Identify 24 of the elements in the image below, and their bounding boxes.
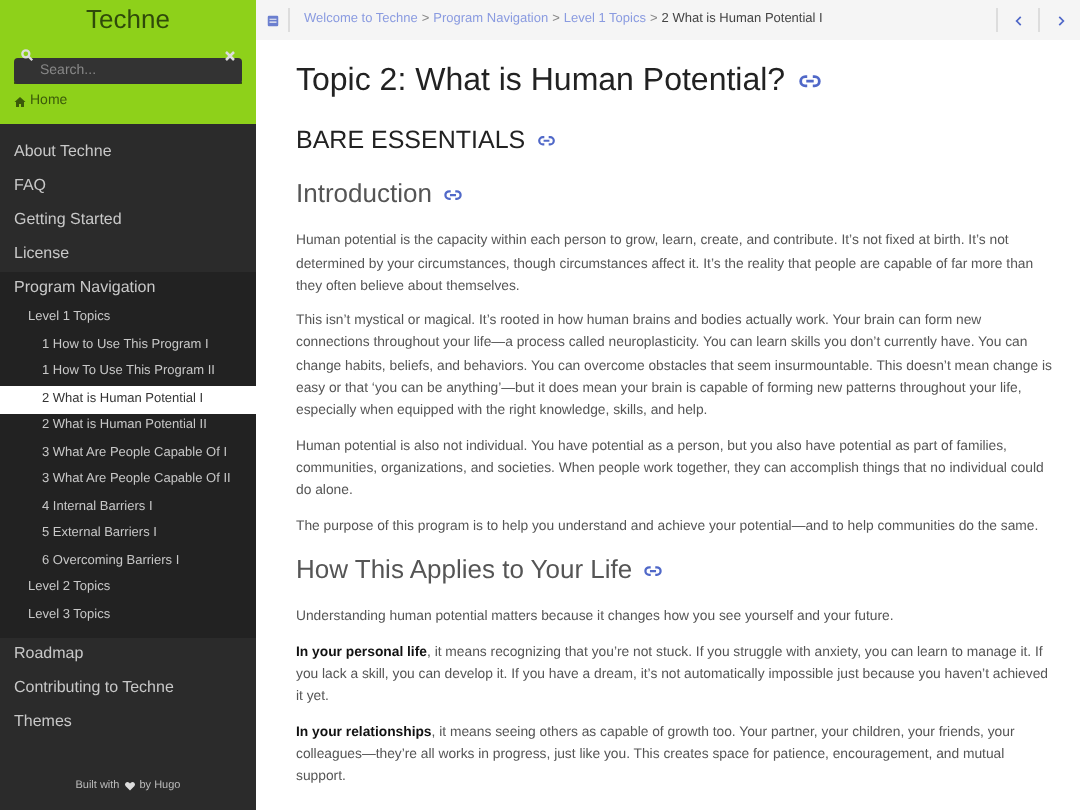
search-icon [20,48,34,62]
close-icon[interactable] [224,49,236,61]
nav-item[interactable]: Program Navigation [0,271,256,305]
menu-icon[interactable] [265,13,279,27]
brand-title[interactable]: Techne [14,2,242,38]
link-icon[interactable] [533,132,559,151]
subsection-heading: How This Applies to Your Life [296,549,1052,589]
nav-item[interactable]: About Techne [0,135,256,169]
section-heading: BARE ESSENTIALS [296,122,1052,160]
home-icon [14,96,26,109]
nav-item[interactable]: License [0,237,256,271]
nav-item[interactable]: Roadmap [0,637,256,671]
page-title: Topic 2: What is Human Potential? [296,58,1052,106]
nav-item[interactable]: Contributing to Techne [0,671,256,705]
subsection-heading: Introduction [296,173,1052,213]
nav-item[interactable]: FAQ [0,169,256,203]
link-icon[interactable] [439,185,466,204]
previous-icon[interactable] [1011,13,1025,27]
nav-item[interactable]: Themes [0,705,256,739]
nav-item[interactable]: Getting Started [0,203,256,237]
heart-icon [123,779,136,792]
next-icon[interactable] [1053,13,1067,27]
link-icon[interactable] [640,561,667,580]
link-icon[interactable] [793,70,826,93]
